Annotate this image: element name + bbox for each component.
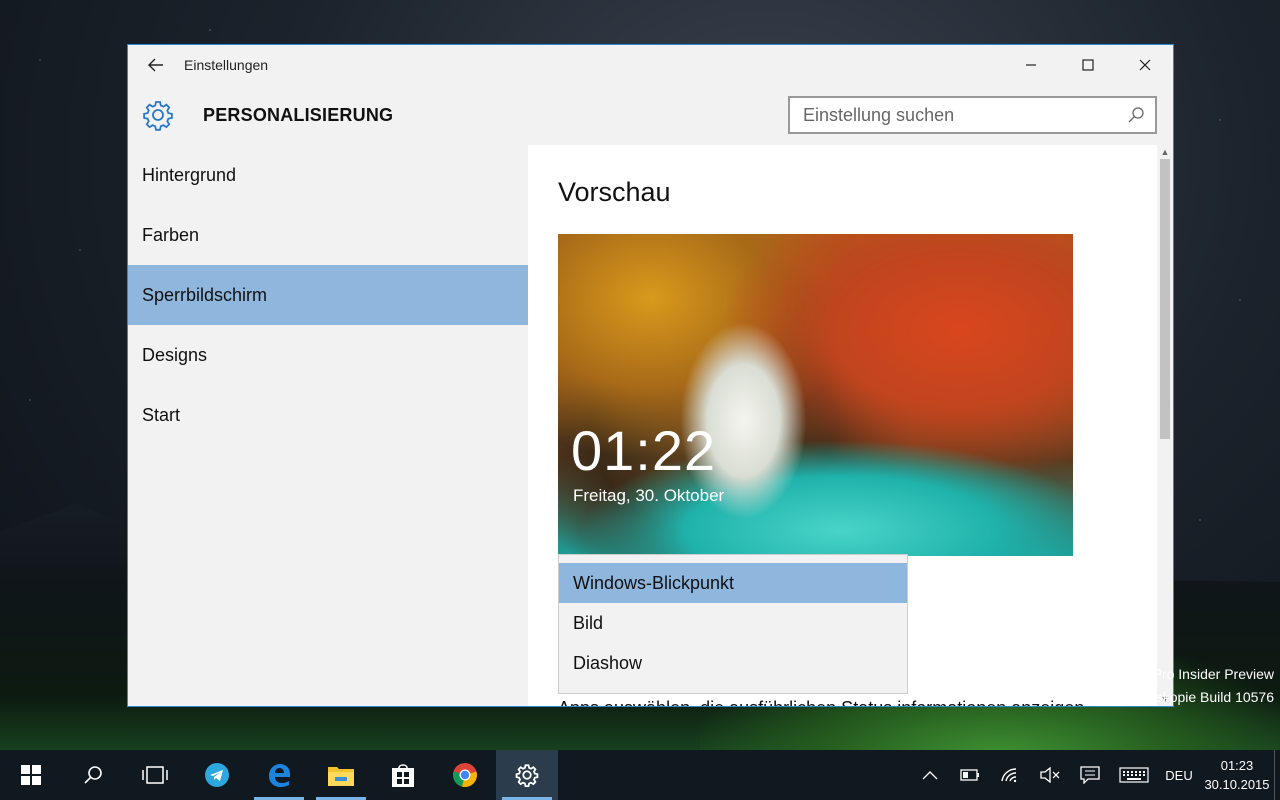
settings-icon (515, 764, 539, 787)
wifi-icon (1001, 768, 1017, 783)
scroll-thumb[interactable] (1160, 159, 1170, 439)
taskbar: DEU 01:23 30.10.2015 (0, 750, 1280, 800)
lock-screen-time: 01:22 (571, 419, 717, 482)
build-watermark: Windows 10 Pro Insider Preview Evaluieru… (1072, 663, 1274, 709)
watermark-edition: Windows 10 Pro Insider Preview (1072, 666, 1274, 682)
taskbar-telegram[interactable] (186, 750, 248, 800)
vertical-scrollbar[interactable]: ▲ ▼ (1157, 145, 1173, 706)
taskbar-search-button[interactable] (62, 750, 124, 800)
sidebar-item-designs[interactable]: Designs (128, 325, 528, 385)
input-language-indicator[interactable]: DEU (1158, 750, 1200, 800)
obscured-description-text: Apps auswählen, die ausführlichen Status… (558, 698, 1084, 706)
back-button[interactable] (128, 45, 184, 85)
search-box[interactable] (788, 96, 1157, 134)
tray-touch-keyboard[interactable] (1110, 750, 1158, 800)
sidebar-item-hintergrund[interactable]: Hintergrund (128, 145, 528, 205)
dropdown-option-windows-blickpunkt[interactable]: Windows-Blickpunkt (559, 563, 907, 603)
dropdown-option-bild[interactable]: Bild (559, 603, 907, 643)
task-view-button[interactable] (124, 750, 186, 800)
clock-time: 01:23 (1220, 758, 1254, 773)
store-icon (392, 764, 414, 787)
task-view-icon (142, 766, 168, 784)
taskbar-edge[interactable] (248, 750, 310, 800)
tray-action-center[interactable] (1070, 750, 1110, 800)
lock-screen-preview: 01:22 Freitag, 30. Oktober (558, 234, 1073, 556)
background-type-dropdown[interactable]: Windows-Blickpunkt Bild Diashow (558, 554, 908, 694)
tray-network[interactable] (990, 750, 1030, 800)
dropdown-option-diashow[interactable]: Diashow (559, 643, 907, 683)
tray-overflow-button[interactable] (910, 750, 950, 800)
sidebar-item-sperrbildschirm[interactable]: Sperrbildschirm (128, 265, 528, 325)
window-controls (1002, 45, 1173, 85)
action-center-icon (1080, 766, 1100, 784)
settings-body: Hintergrund Farben Sperrbildschirm Desig… (128, 145, 1173, 706)
minimize-icon (1025, 64, 1036, 66)
volume-muted-icon (1040, 767, 1060, 783)
close-icon (1139, 59, 1150, 71)
content-pane: Vorschau 01:22 Freitag, 30. Oktober Apps… (528, 145, 1173, 706)
taskbar-file-explorer[interactable] (310, 750, 372, 800)
system-tray: DEU 01:23 30.10.2015 (910, 750, 1280, 800)
search-input[interactable] (803, 104, 1127, 126)
clock-date: 30.10.2015 (1204, 777, 1270, 792)
close-button[interactable] (1116, 45, 1173, 85)
tray-battery[interactable] (950, 750, 990, 800)
show-desktop-button[interactable] (1274, 750, 1280, 800)
search-icon (84, 766, 102, 784)
title-bar[interactable]: Einstellungen (128, 45, 1173, 85)
taskbar-chrome[interactable] (434, 750, 496, 800)
lock-screen-date: Freitag, 30. Oktober (573, 486, 725, 505)
settings-header: PERSONALISIERUNG (128, 85, 1173, 145)
battery-icon (960, 769, 979, 781)
chevron-up-icon (922, 771, 938, 780)
sidebar-nav: Hintergrund Farben Sperrbildschirm Desig… (128, 145, 528, 706)
sidebar-item-start[interactable]: Start (128, 385, 528, 445)
chrome-icon (453, 763, 477, 787)
start-button[interactable] (0, 750, 62, 800)
preview-heading: Vorschau (558, 177, 671, 207)
taskbar-store[interactable] (372, 750, 434, 800)
search-icon[interactable] (1127, 106, 1145, 124)
page-title: PERSONALISIERUNG (203, 104, 394, 125)
watermark-build: Evaluierungskopie Build 10576 (1081, 689, 1274, 705)
maximize-button[interactable] (1059, 45, 1116, 85)
edge-icon (269, 764, 290, 787)
maximize-icon (1081, 59, 1094, 71)
tray-clock[interactable]: 01:23 30.10.2015 (1200, 756, 1274, 794)
window-title: Einstellungen (184, 57, 269, 73)
taskbar-settings[interactable] (496, 750, 558, 800)
gear-icon (142, 99, 174, 131)
arrow-left-icon (148, 58, 163, 72)
file-explorer-icon (328, 767, 354, 786)
start-icon (21, 765, 41, 785)
settings-window: Einstellungen PERSONALISIERUNG Einstellu… (127, 44, 1174, 707)
keyboard-icon (1119, 767, 1149, 783)
sidebar-item-farben[interactable]: Farben (128, 205, 528, 265)
telegram-icon (205, 763, 229, 787)
minimize-button[interactable] (1002, 45, 1059, 85)
scroll-up-arrow-icon[interactable]: ▲ (1157, 145, 1173, 159)
tray-volume[interactable] (1030, 750, 1070, 800)
